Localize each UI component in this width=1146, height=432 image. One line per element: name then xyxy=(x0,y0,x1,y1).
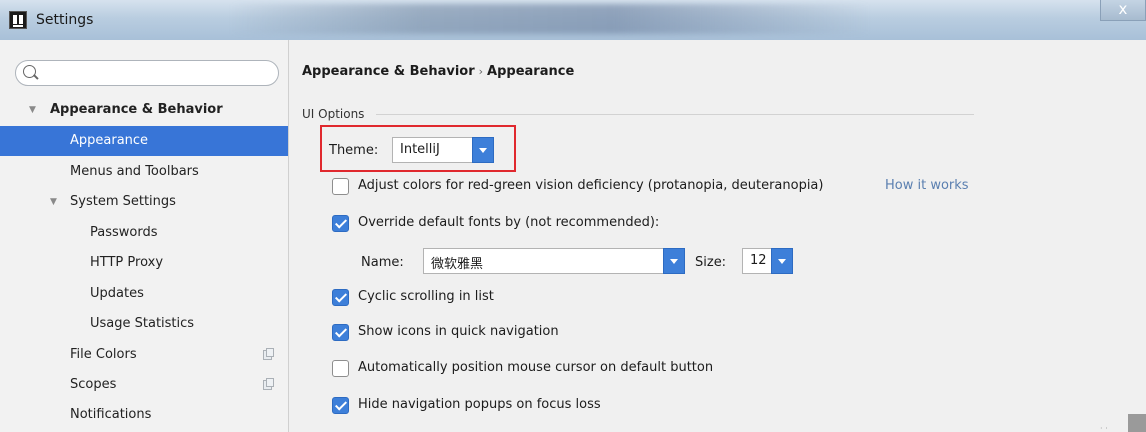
sidebar-item-updates[interactable]: Updates xyxy=(0,279,288,309)
breadcrumb-current: Appearance xyxy=(487,64,575,79)
sidebar-item-usage-statistics[interactable]: Usage Statistics xyxy=(0,309,288,339)
font-name-value: 微软雅黑 xyxy=(431,257,484,272)
sidebar-item-label: Appearance & Behavior xyxy=(50,102,223,117)
theme-select-value: IntelliJ xyxy=(400,142,440,157)
close-button[interactable]: x xyxy=(1100,0,1146,21)
cyclic-scrolling-checkbox[interactable] xyxy=(332,289,349,306)
sidebar-item-system-settings[interactable]: ▼ System Settings xyxy=(0,187,288,217)
sidebar-item-appearance[interactable]: Appearance xyxy=(0,126,288,156)
hide-popups-label: Hide navigation popups on focus loss xyxy=(358,397,601,412)
sidebar-item-label: Appearance xyxy=(70,133,149,148)
sidebar-item-file-colors[interactable]: File Colors xyxy=(0,340,288,370)
sidebar-item-passwords[interactable]: Passwords xyxy=(0,218,288,248)
hide-popups-checkbox[interactable] xyxy=(332,397,349,414)
intellij-app-icon xyxy=(9,11,27,29)
sidebar-item-label: Scopes xyxy=(70,377,117,392)
dropdown-arrow-icon[interactable] xyxy=(472,137,494,163)
breadcrumb-parent: Appearance & Behavior xyxy=(302,64,475,79)
window-title: Settings xyxy=(36,12,94,28)
sidebar-item-label: Updates xyxy=(90,286,144,301)
cyclic-scrolling-label: Cyclic scrolling in list xyxy=(358,289,494,304)
expanded-arrow-icon[interactable]: ▼ xyxy=(29,95,36,125)
font-name-select[interactable]: 微软雅黑 xyxy=(423,248,685,274)
title-bar: Settings x xyxy=(0,0,1146,40)
settings-content: Appearance & Behavior › Appearance UI Opti… xyxy=(290,40,1146,432)
sidebar-item-label: HTTP Proxy xyxy=(90,255,164,270)
theme-label: Theme: xyxy=(329,143,379,158)
sidebar-item-label: Notifications xyxy=(70,407,152,422)
settings-sidebar: ▼ Appearance & Behavior Appearance Menus… xyxy=(0,40,289,432)
sidebar-item-menus-toolbars[interactable]: Menus and Toolbars xyxy=(0,157,288,187)
sidebar-item-scopes[interactable]: Scopes xyxy=(0,370,288,400)
font-name-label: Name: xyxy=(361,255,404,270)
sidebar-item-label: Menus and Toolbars xyxy=(70,164,199,179)
resize-grip-icon[interactable]: · · xyxy=(1100,424,1108,432)
override-fonts-label: Override default fonts by (not recommend… xyxy=(358,215,660,230)
sidebar-item-label: Passwords xyxy=(90,225,158,240)
sidebar-item-label: System Settings xyxy=(70,194,176,209)
adjust-colors-label: Adjust colors for red-green vision defic… xyxy=(358,178,824,193)
search-input[interactable] xyxy=(42,64,272,82)
sidebar-item-label: Usage Statistics xyxy=(90,316,195,331)
theme-select[interactable]: IntelliJ xyxy=(392,137,494,163)
sidebar-item-http-proxy[interactable]: HTTP Proxy xyxy=(0,248,288,278)
expanded-arrow-icon[interactable]: ▼ xyxy=(50,187,57,217)
show-icons-label: Show icons in quick navigation xyxy=(358,324,559,339)
font-size-label: Size: xyxy=(695,255,727,270)
breadcrumb: Appearance & Behavior › Appearance xyxy=(302,64,574,79)
search-field[interactable] xyxy=(15,60,279,86)
breadcrumb-separator: › xyxy=(478,65,484,78)
scroll-corner xyxy=(1128,414,1146,432)
auto-position-label: Automatically position mouse cursor on d… xyxy=(358,360,714,375)
adjust-colors-checkbox[interactable] xyxy=(332,178,349,195)
project-settings-icon xyxy=(263,348,274,360)
how-it-works-link[interactable]: How it works xyxy=(885,178,969,193)
search-icon xyxy=(23,65,36,78)
ui-options-group-title: UI Options xyxy=(302,107,365,121)
dropdown-arrow-icon[interactable] xyxy=(663,248,685,274)
group-divider xyxy=(376,114,974,115)
override-fonts-checkbox[interactable] xyxy=(332,215,349,232)
dropdown-arrow-icon[interactable] xyxy=(771,248,793,274)
project-settings-icon xyxy=(263,378,274,390)
auto-position-checkbox[interactable] xyxy=(332,360,349,377)
font-size-select[interactable]: 12 xyxy=(742,248,793,274)
sidebar-item-notifications[interactable]: Notifications xyxy=(0,400,288,430)
sidebar-item-label: File Colors xyxy=(70,347,137,362)
show-icons-checkbox[interactable] xyxy=(332,324,349,341)
sidebar-item-appearance-behavior[interactable]: ▼ Appearance & Behavior xyxy=(0,95,288,125)
font-size-value: 12 xyxy=(750,253,767,268)
